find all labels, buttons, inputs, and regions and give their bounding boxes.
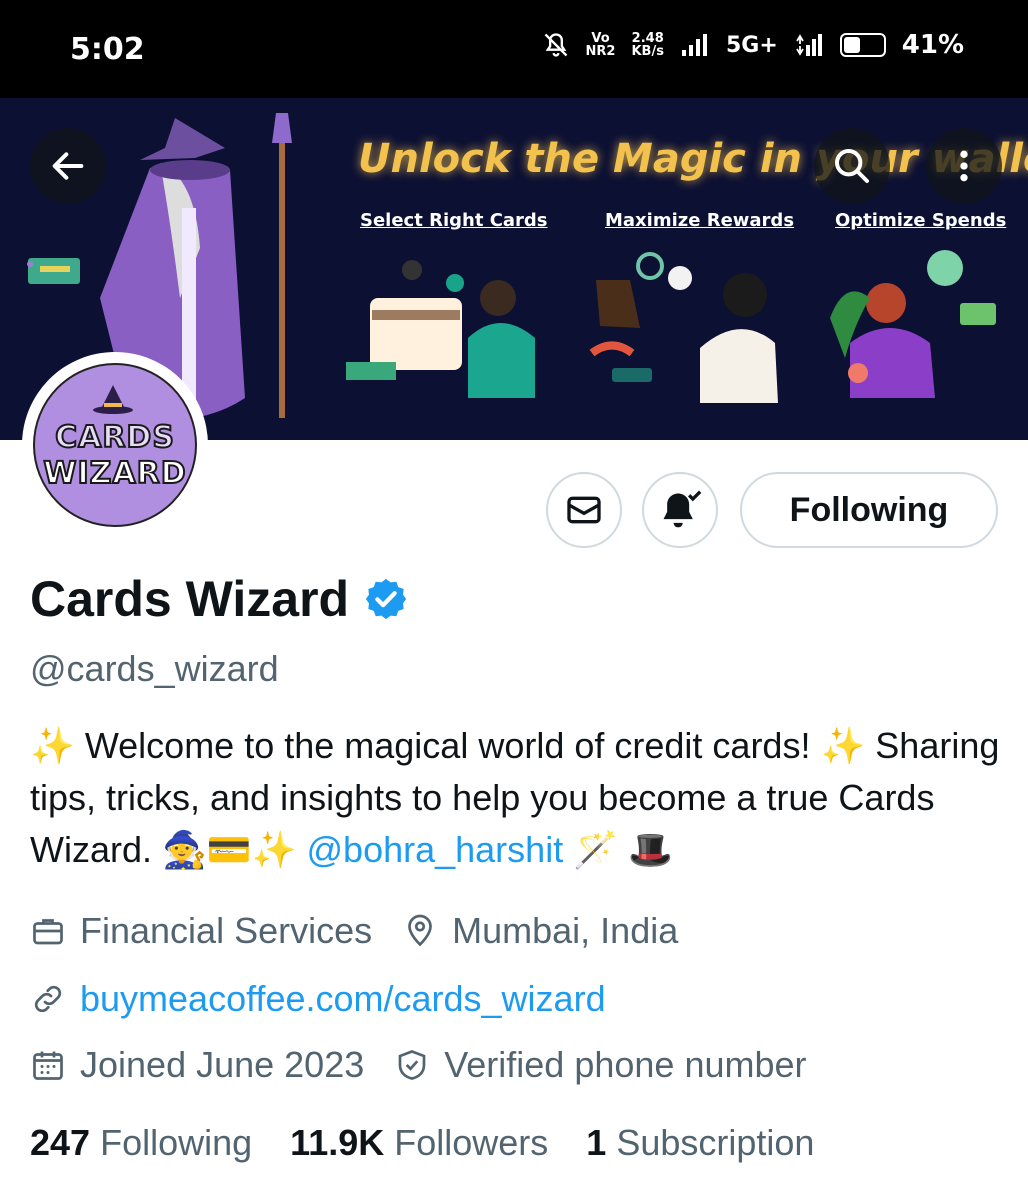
more-options-button[interactable] bbox=[926, 128, 1002, 204]
following-label: Following bbox=[100, 1122, 253, 1163]
link-icon bbox=[34, 985, 62, 1013]
select-cards-illustration bbox=[346, 260, 535, 398]
battery-icon bbox=[839, 33, 886, 57]
banner-sub-select-cards: Select Right Cards bbox=[360, 210, 548, 231]
profile-stats: 247 Following 11.9K Followers 1 Subscrip… bbox=[30, 1122, 852, 1164]
profile-avatar[interactable]: CARDS WIZARD bbox=[22, 352, 208, 538]
category-text: Financial Services bbox=[80, 910, 373, 951]
followers-count: 11.9K bbox=[290, 1122, 385, 1163]
following-count: 247 bbox=[30, 1122, 91, 1163]
category-item: Financial Services bbox=[30, 910, 372, 952]
wizard-hat-icon bbox=[93, 385, 133, 414]
briefcase-icon bbox=[33, 919, 63, 945]
network-type: 5G+ bbox=[725, 32, 778, 58]
subscription-count: 1 bbox=[586, 1122, 607, 1163]
notifications-button[interactable] bbox=[642, 472, 718, 548]
more-vertical-icon bbox=[960, 150, 968, 182]
profile-name: Cards Wizard bbox=[30, 571, 350, 627]
verified-badge-icon[interactable] bbox=[363, 576, 409, 622]
location-text: Mumbai, India bbox=[452, 910, 679, 951]
profile-meta-row-2: buymeacoffee.com/cards_wizard bbox=[30, 978, 636, 1020]
profile-name-row: Cards Wizard bbox=[30, 570, 409, 628]
following-stat[interactable]: 247 Following bbox=[30, 1122, 252, 1164]
back-button[interactable] bbox=[30, 128, 106, 204]
following-button[interactable]: Following bbox=[740, 472, 998, 548]
search-icon bbox=[835, 149, 869, 183]
status-icons: Vo NR2 2.48 KB/s 5G+ 41% bbox=[542, 30, 964, 60]
bell-check-icon bbox=[663, 490, 702, 528]
calendar-icon bbox=[33, 1051, 63, 1080]
message-button[interactable] bbox=[546, 472, 622, 548]
rewards-illustration bbox=[589, 252, 778, 403]
subscription-stat[interactable]: 1 Subscription bbox=[586, 1122, 814, 1164]
verified-phone-text: Verified phone number bbox=[444, 1044, 807, 1085]
avatar-text-wizard: WIZARD bbox=[42, 455, 187, 492]
location-item: Mumbai, India bbox=[402, 910, 678, 952]
profile-meta-row-3: Joined June 2023 Verified phone number bbox=[30, 1044, 837, 1086]
status-time: 5:02 bbox=[70, 32, 145, 67]
joined-text: Joined June 2023 bbox=[80, 1044, 365, 1085]
battery-fill bbox=[843, 37, 860, 53]
status-bar: 5:02 Vo NR2 2.48 KB/s 5G+ 41% bbox=[0, 0, 1028, 98]
verified-phone-item: Verified phone number bbox=[394, 1044, 807, 1086]
mute-icon bbox=[544, 33, 567, 57]
bio-trailing-emoji: 🪄 🎩 bbox=[573, 829, 673, 870]
volte-bottom: NR2 bbox=[585, 44, 616, 59]
bio-mention-link[interactable]: @bohra_harshit bbox=[307, 829, 564, 870]
profile-bio: ✨ Welcome to the magical world of credit… bbox=[30, 720, 1010, 876]
banner-sub-maximize-rewards: Maximize Rewards bbox=[605, 210, 795, 231]
joined-item: Joined June 2023 bbox=[30, 1044, 364, 1086]
website-link[interactable]: buymeacoffee.com/cards_wizard bbox=[80, 978, 606, 1020]
data-speed-unit: KB/s bbox=[631, 44, 664, 59]
subscription-label: Subscription bbox=[616, 1122, 815, 1163]
signal-icon bbox=[681, 34, 707, 56]
profile-handle: @cards_wizard bbox=[30, 648, 279, 689]
location-pin-icon bbox=[408, 914, 432, 947]
website-item: buymeacoffee.com/cards_wizard bbox=[30, 978, 606, 1020]
profile-meta-row-1: Financial Services Mumbai, India bbox=[30, 910, 708, 952]
battery-percent: 41% bbox=[901, 30, 964, 60]
shield-check-icon bbox=[398, 1050, 426, 1080]
signal-data-icon bbox=[795, 34, 822, 56]
search-button[interactable] bbox=[814, 128, 890, 204]
mail-icon bbox=[567, 496, 601, 524]
volte-indicator: Vo NR2 bbox=[586, 32, 616, 58]
avatar-image: CARDS WIZARD bbox=[33, 363, 197, 527]
data-speed: 2.48 KB/s bbox=[631, 32, 663, 58]
followers-label: Followers bbox=[394, 1122, 549, 1163]
banner-sub-optimize-spends: Optimize Spends bbox=[835, 210, 1007, 231]
followers-stat[interactable]: 11.9K Followers bbox=[290, 1122, 548, 1164]
avatar-text-cards: CARDS bbox=[54, 419, 175, 456]
back-arrow-icon bbox=[52, 152, 84, 180]
optimize-spends-illustration bbox=[830, 250, 996, 398]
